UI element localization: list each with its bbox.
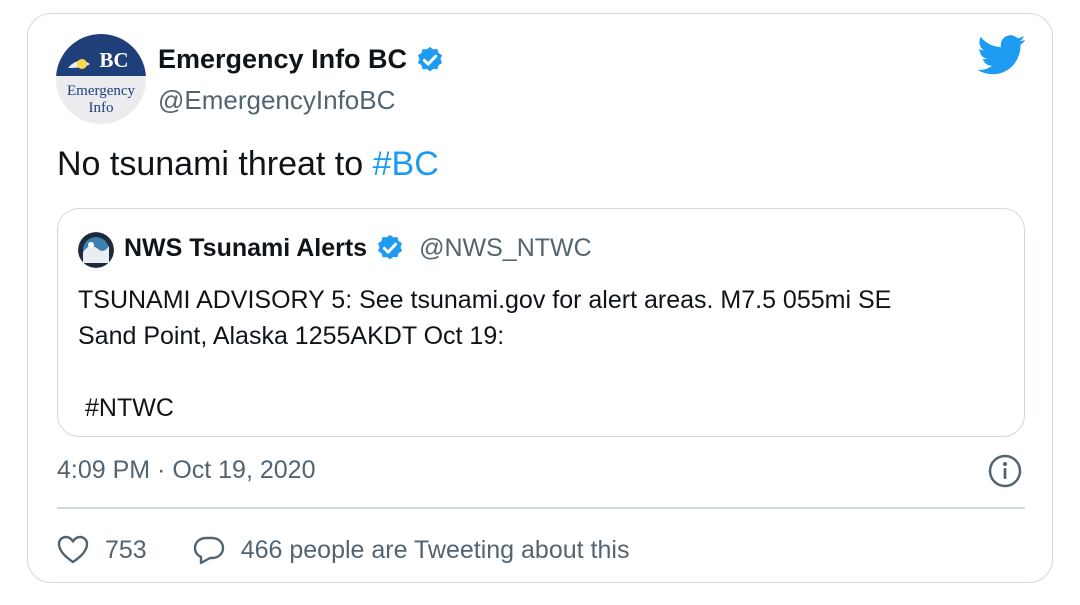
quoted-tweet[interactable]: NWS Tsunami Alerts @NWS_NTWC TSUNAMI ADV… (57, 208, 1025, 437)
tweet-text-body: No tsunami threat to (57, 145, 373, 183)
quoted-hashtag[interactable]: #NTWC (78, 390, 891, 426)
like-count: 753 (105, 535, 147, 564)
avatar-line-2: Info (89, 100, 114, 116)
quoted-text-line-2: Sand Point, Alaska 1255AKDT Oct 19: (78, 322, 505, 350)
info-icon[interactable] (987, 453, 1023, 489)
tweet-text: No tsunami threat to #BC (57, 145, 439, 184)
author-avatar[interactable]: BC Emergency Info (56, 34, 146, 124)
hashtag-link[interactable]: #BC (373, 145, 439, 183)
author-handle[interactable]: @EmergencyInfoBC (158, 85, 395, 116)
quoted-blank-line (78, 354, 891, 390)
quoted-handle[interactable]: @NWS_NTWC (419, 234, 592, 263)
divider (57, 507, 1025, 509)
twitter-bird-icon[interactable] (978, 34, 1026, 76)
reply-button[interactable]: 466 people are Tweeting about this (193, 535, 630, 565)
avatar-top-text: BC (99, 48, 128, 72)
author-name-text[interactable]: Emergency Info BC (158, 44, 407, 75)
quoted-text: TSUNAMI ADVISORY 5: See tsunami.gov for … (78, 282, 891, 426)
heart-icon[interactable] (57, 535, 89, 565)
like-button[interactable]: 753 (57, 535, 147, 565)
author-name[interactable]: Emergency Info BC (158, 44, 445, 75)
reply-text: 466 people are Tweeting about this (240, 535, 630, 564)
avatar-line-1: Emergency (67, 83, 136, 99)
tweet-timestamp[interactable]: 4:09 PM · Oct 19, 2020 (57, 456, 315, 485)
verified-badge-icon (418, 46, 443, 71)
speech-bubble-icon[interactable] (193, 535, 225, 565)
quoted-author[interactable]: NWS Tsunami Alerts @NWS_NTWC (124, 233, 592, 263)
quoted-name[interactable]: NWS Tsunami Alerts (124, 234, 367, 263)
action-bar: 753 466 people are Tweeting about this (57, 530, 629, 570)
verified-badge-icon (378, 234, 403, 260)
quoted-text-line-1: TSUNAMI ADVISORY 5: See tsunami.gov for … (78, 286, 892, 314)
quoted-avatar[interactable] (78, 232, 114, 268)
